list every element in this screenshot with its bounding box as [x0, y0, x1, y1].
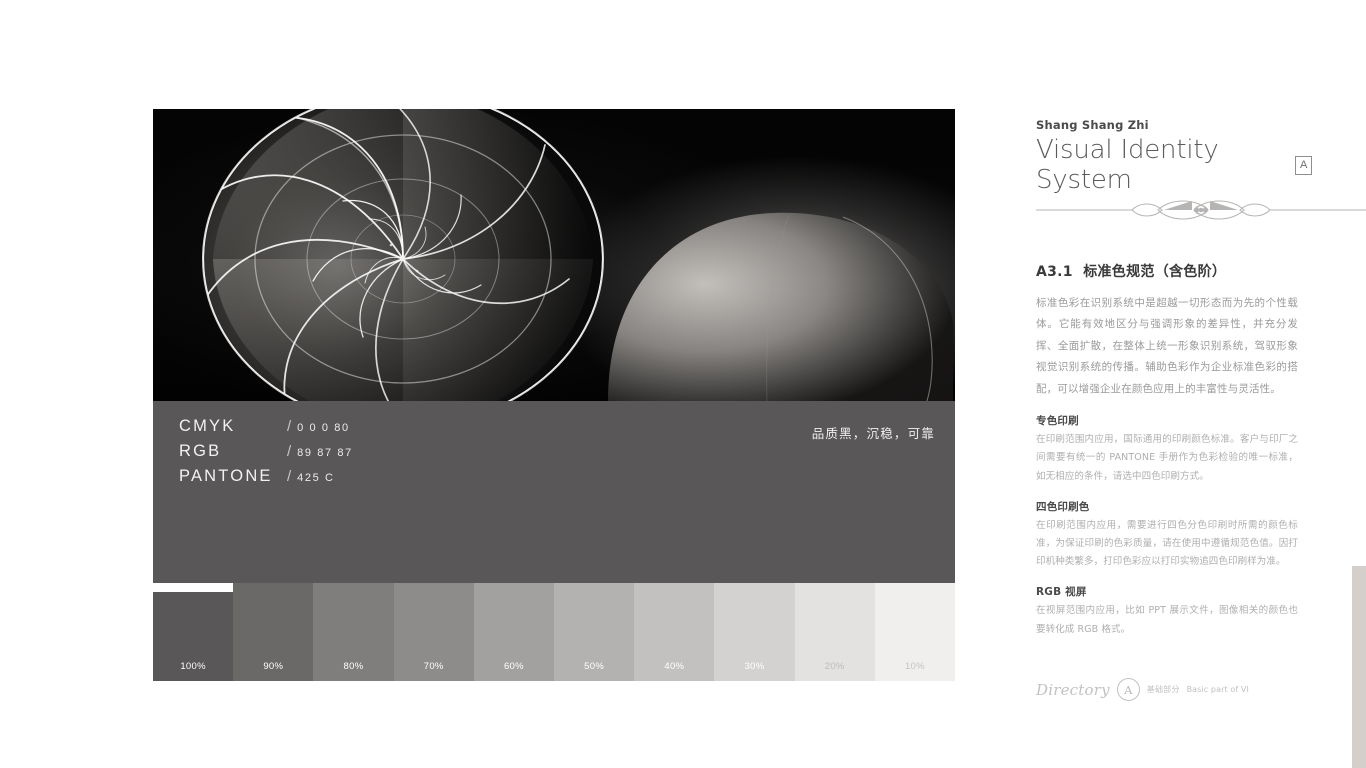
directory-footer: Directory A 基础部分 Basic part of VI — [1036, 678, 1249, 701]
sidebar: Shang Shang Zhi Visual Identity System A — [1036, 118, 1366, 635]
directory-label-en: Basic part of VI — [1186, 685, 1249, 694]
section-intro-paragraph: 标准色彩在识别系统中是超越一切形态而为先的个性载体。它能有效地区分与强调形象的差… — [1036, 297, 1298, 395]
spec-sep-rgb: / — [287, 443, 292, 460]
section-heading: A3.1 标准色规范（含色阶） — [1036, 261, 1298, 281]
info-block-body: 在印刷范围内应用，国际通用的印刷颜色标准。客户与印厂之间需要有统一的 PANTO… — [1036, 434, 1298, 482]
spec-sep-cmyk: / — [287, 418, 292, 435]
spec-row-pantone: PANTONE / 425 C — [179, 467, 353, 492]
right-edge-accent-bar — [1352, 566, 1366, 768]
tint-swatch-label: 70% — [423, 661, 444, 672]
page-title: Visual Identity System A — [1036, 135, 1312, 195]
tint-swatch: 100% — [153, 592, 234, 681]
tint-swatch-label: 20% — [824, 661, 845, 672]
tint-swatch: 80% — [313, 583, 394, 681]
tint-swatch: 60% — [473, 583, 555, 681]
tint-swatch-label: 100% — [180, 661, 206, 672]
brand-name: Shang Shang Zhi — [1036, 118, 1149, 132]
tint-swatch: 20% — [794, 583, 875, 681]
spec-key-cmyk: CMYK — [179, 417, 236, 435]
tint-swatch-label: 30% — [744, 661, 765, 672]
tint-swatch-label: 90% — [263, 661, 284, 672]
nautilus-illustration — [202, 109, 953, 401]
section-title-text: 标准色规范（含色阶） — [1083, 264, 1227, 280]
spec-value-cmyk: 0 0 0 80 — [297, 422, 350, 434]
info-block-body: 在视屏范围内应用，比如 PPT 展示文件，图像相关的颜色也要转化成 RGB 格式… — [1036, 605, 1298, 635]
info-block-rgb-screen: RGB 视屏 在视屏范围内应用，比如 PPT 展示文件，图像相关的颜色也要转化成… — [1036, 584, 1298, 638]
section-number: A3.1 — [1036, 264, 1073, 280]
info-block-four-color: 四色印刷色 在印刷范围内应用，需要进行四色分色印刷时所需的颜色标准，为保证印刷的… — [1036, 499, 1298, 572]
spec-sep-pantone: / — [287, 468, 292, 485]
spec-value-rgb: 89 87 87 — [297, 447, 353, 459]
info-block-heading: 专色印刷 — [1036, 415, 1079, 428]
ornamental-divider — [1036, 196, 1366, 224]
spec-value-pantone: 425 C — [297, 472, 335, 484]
tint-swatch-label: 40% — [664, 661, 685, 672]
tint-swatch-label: 10% — [904, 661, 925, 672]
tint-swatch: 70% — [393, 583, 474, 681]
tint-scale-bar: 100% 90% 80% 70% 60% 50% 40% 30% 20% 10% — [153, 583, 956, 681]
section-a-badge: A — [1295, 155, 1312, 175]
directory-label: Directory — [1036, 680, 1110, 699]
info-block-spot-color: 专色印刷 在印刷范围内应用，国际通用的印刷颜色标准。客户与印厂之间需要有统一的 … — [1036, 413, 1298, 486]
page-title-text: Visual Identity System — [1036, 135, 1219, 195]
nautilus-shell-photo — [153, 109, 955, 401]
directory-badge-icon: A — [1116, 678, 1140, 701]
tint-swatch-label: 80% — [343, 661, 364, 672]
tint-swatch: 50% — [554, 583, 635, 681]
color-spec-list: CMYK / 0 0 0 80 RGB / 89 87 87 PANTONE /… — [179, 417, 353, 492]
sidebar-content: A3.1 标准色规范（含色阶） 标准色彩在识别系统中是超越一切形态而为先的个性载… — [1036, 261, 1298, 639]
tint-swatch: 90% — [233, 583, 314, 681]
layout-spread: CMYK / 0 0 0 80 RGB / 89 87 87 PANTONE /… — [153, 109, 956, 681]
tint-swatch-label: 50% — [584, 661, 605, 672]
spec-key-rgb: RGB — [179, 442, 222, 460]
tint-swatch-label: 60% — [503, 661, 524, 672]
spec-row-cmyk: CMYK / 0 0 0 80 — [179, 417, 353, 442]
info-block-body: 在印刷范围内应用，需要进行四色分色印刷时所需的颜色标准，为保证印刷的色彩质量，请… — [1036, 519, 1298, 568]
color-spec-band: CMYK / 0 0 0 80 RGB / 89 87 87 PANTONE /… — [153, 401, 955, 583]
info-block-heading: RGB 视屏 — [1036, 586, 1087, 599]
directory-label-cn: 基础部分 — [1146, 685, 1180, 694]
spec-key-pantone: PANTONE — [179, 467, 273, 485]
tint-swatch: 10% — [874, 583, 956, 681]
spec-row-rgb: RGB / 89 87 87 — [179, 442, 353, 467]
tint-swatch: 40% — [634, 583, 715, 681]
color-tagline: 品质黑，沉稳，可靠 — [811, 426, 935, 441]
tint-swatch: 30% — [714, 583, 795, 681]
info-block-heading: 四色印刷色 — [1036, 500, 1090, 513]
